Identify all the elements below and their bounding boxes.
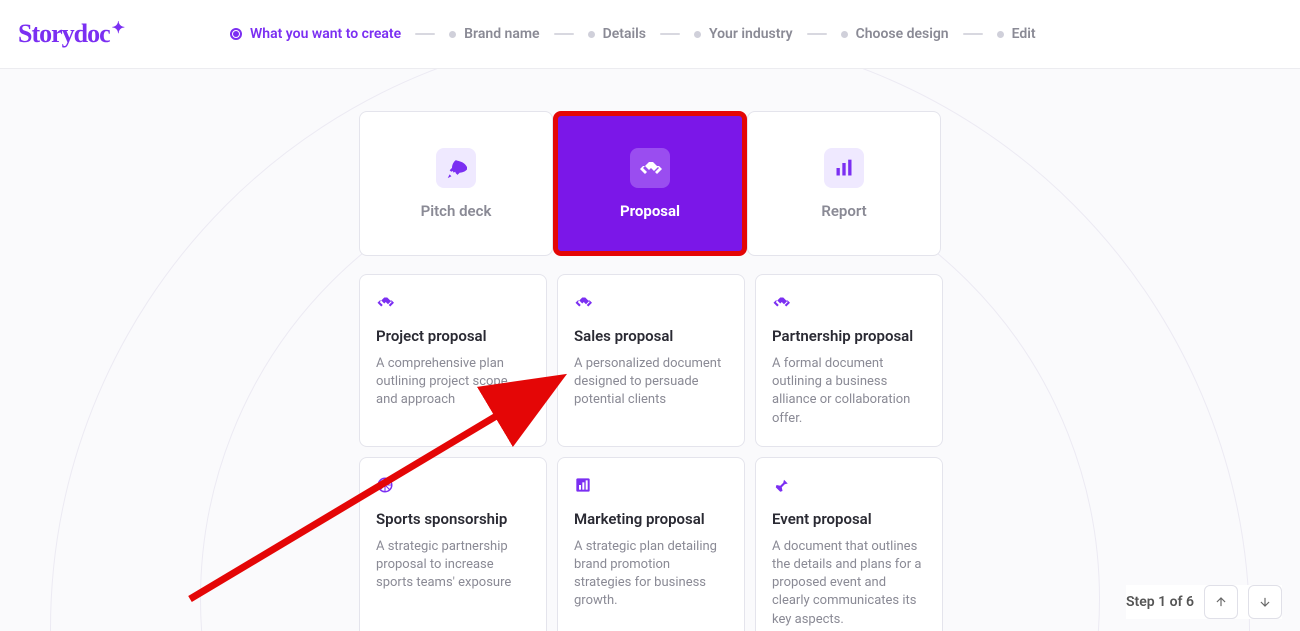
- step-separator: [963, 33, 983, 35]
- mode-card-report[interactable]: Report: [747, 111, 941, 256]
- mode-row: Pitch deck Proposal Report: [359, 111, 941, 256]
- prev-button[interactable]: [1204, 585, 1238, 619]
- step-label: Choose design: [856, 26, 949, 42]
- step-separator: [415, 33, 435, 35]
- tile-desc: A personalized document designed to pers…: [574, 355, 728, 410]
- step-separator: [660, 33, 680, 35]
- tile-title: Marketing proposal: [574, 510, 728, 528]
- logo[interactable]: Storydoc ✦: [18, 19, 124, 49]
- step-details[interactable]: Details: [588, 26, 646, 42]
- bar-chart-icon: [574, 476, 592, 494]
- wizard-steps: What you want to create Brand name Detai…: [230, 26, 1036, 42]
- tile-title: Sports sponsorship: [376, 510, 530, 528]
- step-label: Details: [603, 26, 646, 42]
- step-dot-icon: [449, 31, 456, 38]
- tile-desc: A strategic partnership proposal to incr…: [376, 538, 530, 593]
- step-label: Your industry: [709, 26, 793, 42]
- tile-desc: A document that outlines the details and…: [772, 538, 926, 629]
- tile-marketing-proposal[interactable]: Marketing proposal A strategic plan deta…: [557, 457, 745, 631]
- step-what-create[interactable]: What you want to create: [230, 26, 401, 42]
- sparkle-icon: ✦: [112, 18, 124, 38]
- pin-icon: [772, 476, 790, 494]
- step-dot-icon: [694, 31, 701, 38]
- footer: Step 1 of 6: [1126, 585, 1282, 619]
- step-dot-icon: [588, 31, 595, 38]
- tile-sales-proposal[interactable]: Sales proposal A personalized document d…: [557, 274, 745, 447]
- tile-title: Project proposal: [376, 327, 530, 345]
- main-content: Pitch deck Proposal Report: [0, 69, 1300, 631]
- logo-text: Storydoc: [18, 19, 110, 49]
- mode-card-proposal[interactable]: Proposal: [553, 111, 747, 256]
- step-dot-icon: [230, 28, 242, 40]
- mode-card-pitch-deck[interactable]: Pitch deck: [359, 111, 553, 256]
- step-choose-design[interactable]: Choose design: [841, 26, 949, 42]
- step-brand-name[interactable]: Brand name: [449, 26, 539, 42]
- tile-event-proposal[interactable]: Event proposal A document that outlines …: [755, 457, 943, 631]
- next-button[interactable]: [1248, 585, 1282, 619]
- handshake-icon: [630, 148, 670, 188]
- topbar: Storydoc ✦ What you want to create Brand…: [0, 0, 1300, 69]
- tile-title: Event proposal: [772, 510, 926, 528]
- tile-sports-sponsorship[interactable]: Sports sponsorship A strategic partnersh…: [359, 457, 547, 631]
- tile-project-proposal[interactable]: Project proposal A comprehensive plan ou…: [359, 274, 547, 447]
- handshake-icon: [772, 293, 790, 311]
- step-indicator: Step 1 of 6: [1126, 594, 1194, 610]
- step-separator: [554, 33, 574, 35]
- tile-desc: A comprehensive plan outlining project s…: [376, 355, 530, 410]
- step-label: Brand name: [464, 26, 539, 42]
- step-dot-icon: [997, 31, 1004, 38]
- tile-desc: A strategic plan detailing brand promoti…: [574, 538, 728, 611]
- tile-title: Sales proposal: [574, 327, 728, 345]
- page: Pitch deck Proposal Report: [0, 69, 1300, 631]
- handshake-icon: [574, 293, 592, 311]
- tile-partnership-proposal[interactable]: Partnership proposal A formal document o…: [755, 274, 943, 447]
- tile-grid: Project proposal A comprehensive plan ou…: [359, 274, 941, 631]
- step-edit[interactable]: Edit: [997, 26, 1036, 42]
- handshake-icon: [376, 293, 394, 311]
- step-separator: [807, 33, 827, 35]
- tile-desc: A formal document outlining a business a…: [772, 355, 926, 428]
- basketball-icon: [376, 476, 394, 494]
- mode-label: Report: [821, 202, 866, 220]
- rocket-icon: [436, 148, 476, 188]
- mode-label: Pitch deck: [421, 202, 492, 220]
- bar-chart-icon: [824, 148, 864, 188]
- tile-title: Partnership proposal: [772, 327, 926, 345]
- mode-label: Proposal: [620, 202, 680, 220]
- step-label: What you want to create: [250, 26, 401, 42]
- step-your-industry[interactable]: Your industry: [694, 26, 793, 42]
- step-dot-icon: [841, 31, 848, 38]
- step-label: Edit: [1012, 26, 1036, 42]
